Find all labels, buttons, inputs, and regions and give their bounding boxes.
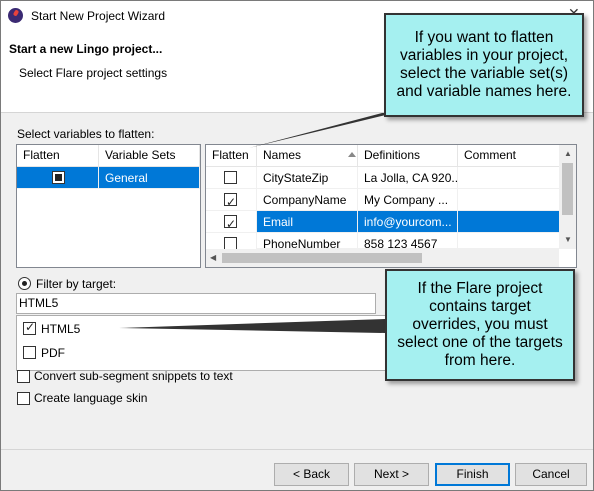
callout-variables: If you want to flatten variables in your…	[384, 13, 584, 117]
callout-targets: If the Flare project contains target ove…	[385, 269, 575, 381]
callout-variables-text: If you want to flatten variables in your…	[396, 29, 572, 100]
callout-targets-text: If the Flare project contains target ove…	[397, 280, 563, 369]
wizard-window: Start New Project Wizard – ✕ Start a new…	[0, 0, 594, 491]
